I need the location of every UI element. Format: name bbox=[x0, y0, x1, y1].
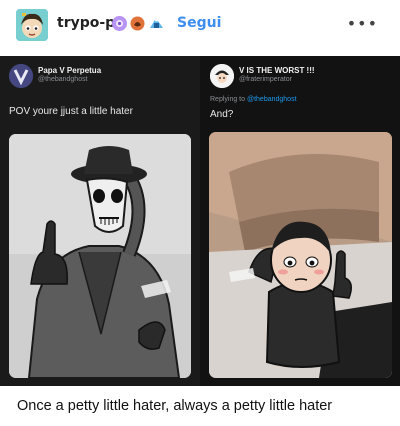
purple-badge-icon bbox=[112, 16, 127, 31]
papa-drawing bbox=[9, 134, 191, 378]
blog-username[interactable]: trypo-p bbox=[57, 15, 115, 31]
tweet-author-name: V IS THE WORST !!! bbox=[239, 66, 315, 75]
tweet-author-name: Papa V Perpetua bbox=[38, 66, 102, 75]
tweet-author-handle: @thebandghost bbox=[38, 76, 88, 83]
post-caption: Once a petty little hater, always a pett… bbox=[17, 398, 333, 414]
reply-mention-link[interactable]: @thebandghost bbox=[247, 96, 297, 103]
frater-avatar-icon bbox=[210, 64, 234, 88]
post-header: trypo-p Segui ••• bbox=[0, 0, 400, 48]
tweet-text: POV youre jjust a little hater bbox=[9, 106, 133, 117]
post-image[interactable]: Papa V Perpetua @thebandghost POV youre … bbox=[0, 56, 400, 386]
follow-button[interactable]: Segui bbox=[177, 15, 221, 31]
reply-prefix: Replying to bbox=[210, 96, 246, 103]
orange-badge-icon bbox=[130, 16, 145, 31]
left-tweet-screenshot: Papa V Perpetua @thebandghost POV youre … bbox=[0, 56, 200, 386]
blog-avatar-icon[interactable] bbox=[16, 9, 48, 41]
more-options-icon[interactable]: ••• bbox=[347, 14, 378, 33]
reply-context: Replying to @thebandghost bbox=[210, 96, 297, 103]
right-tweet-screenshot: V IS THE WORST !!! @fraterimperator Repl… bbox=[200, 56, 400, 386]
blue-badge-icon bbox=[148, 16, 163, 31]
frater-photo-drawing bbox=[209, 132, 392, 378]
tweet-author-handle: @fraterimperator bbox=[239, 76, 293, 83]
tweet-text: And? bbox=[210, 109, 234, 120]
papa-avatar-icon bbox=[9, 64, 33, 88]
